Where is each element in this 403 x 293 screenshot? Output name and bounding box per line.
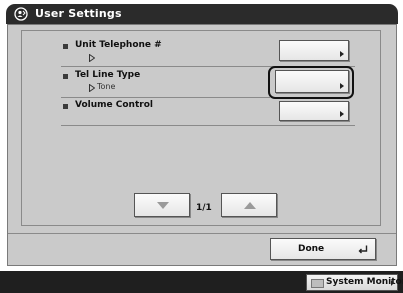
page-down-button[interactable]	[134, 193, 190, 217]
play-icon	[89, 54, 95, 62]
setting-value-tel-line-type: Tone	[97, 82, 116, 91]
selection-highlight	[268, 66, 354, 99]
triangle-down-icon	[157, 202, 169, 209]
chevron-right-icon	[340, 51, 344, 57]
row-divider	[61, 97, 270, 98]
done-button[interactable]: Done	[270, 238, 376, 260]
triangle-up-icon	[244, 202, 256, 209]
page-title: User Settings	[35, 7, 122, 20]
settings-screen: User Settings Unit Telephone # Tel Line …	[0, 0, 403, 293]
system-monitor-button[interactable]: System Monitor	[306, 274, 403, 291]
setting-label-tel-line-type: Tel Line Type	[75, 70, 141, 80]
list-bullet	[63, 44, 68, 49]
row-divider	[61, 125, 355, 126]
setting-label-unit-telephone: Unit Telephone #	[75, 40, 162, 50]
enter-icon	[358, 245, 368, 254]
setting-label-volume-control: Volume Control	[75, 100, 153, 110]
title-bar: User Settings	[6, 4, 398, 24]
chevron-right-icon	[340, 111, 344, 117]
page-indicator: 1/1	[196, 203, 212, 213]
monitor-icon	[311, 279, 324, 288]
chevron-right-icon	[391, 280, 394, 286]
done-label: Done	[298, 244, 325, 254]
page-up-button[interactable]	[221, 193, 277, 217]
volume-control-button[interactable]	[279, 101, 349, 121]
footer-divider	[8, 233, 396, 234]
list-bullet	[63, 104, 68, 109]
user-settings-icon	[14, 7, 28, 21]
unit-telephone-button[interactable]	[279, 40, 349, 61]
play-icon	[89, 84, 95, 92]
list-bullet	[63, 74, 68, 79]
